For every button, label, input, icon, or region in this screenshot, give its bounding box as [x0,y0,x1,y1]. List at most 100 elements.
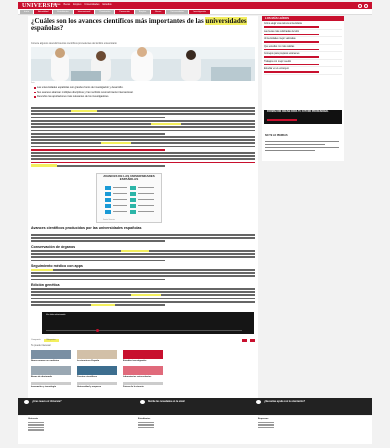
text-line [31,152,255,154]
topnav-item[interactable]: Universidades [84,3,99,7]
article-subtitle: Conoce algunos descubrimientos científic… [31,42,117,45]
infographic-title: AVANCES DE LAS UNIVERSIDADES ESPAÑOLAS [103,174,155,182]
sidebar-ad[interactable]: FORMACIÓN ONLINE PARA TU FUTURO PROFESIO… [264,110,342,124]
section-heading: Conservación de órganos [31,245,76,249]
share-button[interactable] [242,339,247,342]
footer-column: Estudiantes [138,418,154,429]
title-highlight[interactable]: universidades [205,17,247,25]
menu-item[interactable]: Actualidad [34,10,53,14]
sidebar-item[interactable]: Estudiar en el extranjero [264,68,342,75]
text-line [31,275,255,278]
paragraph [31,288,255,307]
topnav-item[interactable]: Estudios [102,3,111,7]
menu-item[interactable]: Inicio [20,10,34,14]
footer-cta: ¿Eres nuevo en Universia? Recibe las nov… [18,398,372,415]
footer-cta-item[interactable]: Recibe las novedades en tu email [140,400,250,406]
menu-item[interactable]: Universidades [166,10,189,14]
menu-item[interactable]: Orientación [95,10,115,14]
list-item: Descubre las aportaciones más relevantes… [34,95,254,98]
section-heading: Seguimiento médico con apps [31,264,83,268]
footer-column: Universia [28,418,44,431]
infographic-row [105,198,155,202]
text-line [31,240,166,243]
menu-item[interactable]: Empleo [134,10,151,14]
text-line [31,234,255,236]
sidebar-list: Cómo elegir una carrera universitaria La… [262,21,344,77]
paragraph [31,120,255,136]
menu-item[interactable]: Formación [115,10,134,14]
footer-cta-item[interactable]: ¿Eres nuevo en Universia? [24,400,134,406]
video-player[interactable]: Ver vídeo relacionado [42,312,254,334]
tags-label[interactable]: Etiquetas [43,339,59,342]
text-line [31,253,255,255]
text-line [31,237,255,239]
sidebar-item[interactable]: Las becas más solicitadas del año [264,31,342,37]
text-line [31,158,255,161]
text-line [31,259,166,262]
infographic-row [105,186,155,190]
text-line [31,139,255,141]
video-scrubber[interactable] [96,329,99,332]
text-line [31,113,255,116]
related-card[interactable]: Universidad y empresa [77,382,117,388]
sidebar: LOS MÁS LEÍDOS Cómo elegir una carrera u… [262,16,344,161]
video-label: Ver vídeo relacionado [46,314,66,316]
lab-photo [31,47,255,81]
share-button[interactable] [250,339,255,342]
related-card[interactable]: Innovación y tecnología [31,382,71,388]
topnav-item[interactable]: Empleo [73,3,81,7]
text-line [31,164,166,167]
share-label[interactable]: Compartir [31,339,41,342]
sidebar-item[interactable]: Qué estudiar con más salidas [264,46,342,52]
text-line [265,150,315,152]
topnav-item[interactable]: Noticias [52,3,61,7]
top-nav: Noticias Becas Empleo Universidades Estu… [52,3,112,7]
footer-links: Universia Estudiantes Empresas [18,416,372,444]
hero-image [31,47,255,81]
text-line [31,303,166,307]
info-icon [24,400,29,404]
summary-list: Las universidades españolas son grandes … [34,86,254,100]
paragraph [31,234,255,244]
section-heading: Edición genética [31,283,60,287]
link-line[interactable] [31,161,255,164]
menu-item[interactable]: Becas [151,10,166,14]
related-card[interactable]: Laboratorios universitarios [123,366,163,378]
related-card[interactable]: La ciencia en España [77,350,117,362]
help-icon [256,400,261,404]
topnav-item[interactable]: Becas [64,3,71,7]
search-icon[interactable] [358,3,362,8]
sidebar-item[interactable]: Consejos para preparar exámenes [264,53,342,60]
sidebar-item[interactable]: Universidades mejor valoradas [264,38,342,45]
link-line[interactable] [31,148,166,151]
related-card[interactable]: Estudiar investigación [123,350,163,362]
related-heading: Te puede interesar [31,344,51,347]
text-line [31,249,255,253]
related-card[interactable]: Nuevo avance en medicina [31,350,71,362]
menu-item[interactable]: Estudiantes [53,10,73,14]
section-heading: Avances científicos producidos por las u… [31,226,142,230]
related-card[interactable]: Premios científicos [77,366,117,378]
list-item: Sus avances abarcan múltiples disciplina… [34,91,254,94]
ad-button[interactable] [267,119,297,121]
text-line [31,129,255,132]
related-card[interactable]: Futuro de la ciencia [123,382,163,388]
menu-item[interactable]: Internacional [73,10,95,14]
video-progress[interactable] [46,330,242,331]
infographic: AVANCES DE LAS UNIVERSIDADES ESPAÑOLAS F… [96,173,162,223]
text-line [31,272,255,274]
share-bar: Compartir Etiquetas [31,338,255,343]
infographic-row [105,210,155,214]
menu-item[interactable]: Investigación [189,10,210,14]
text-line [31,155,255,157]
text-line [31,256,255,259]
user-icon[interactable] [364,3,368,8]
ad-text: FORMACIÓN ONLINE PARA TU FUTURO PROFESIO… [267,111,329,113]
paragraph [31,136,255,152]
sidebar-item[interactable]: Trabajos con mejor sueldo [264,61,342,67]
paragraph [31,268,255,282]
footer-cta-item[interactable]: ¿Necesitas ayuda con la orientación? [256,400,366,406]
infographic-row [105,192,155,196]
sidebar-item[interactable]: Cómo elegir una carrera universitaria [264,23,342,30]
related-card[interactable]: Becas de doctorado [31,366,71,378]
